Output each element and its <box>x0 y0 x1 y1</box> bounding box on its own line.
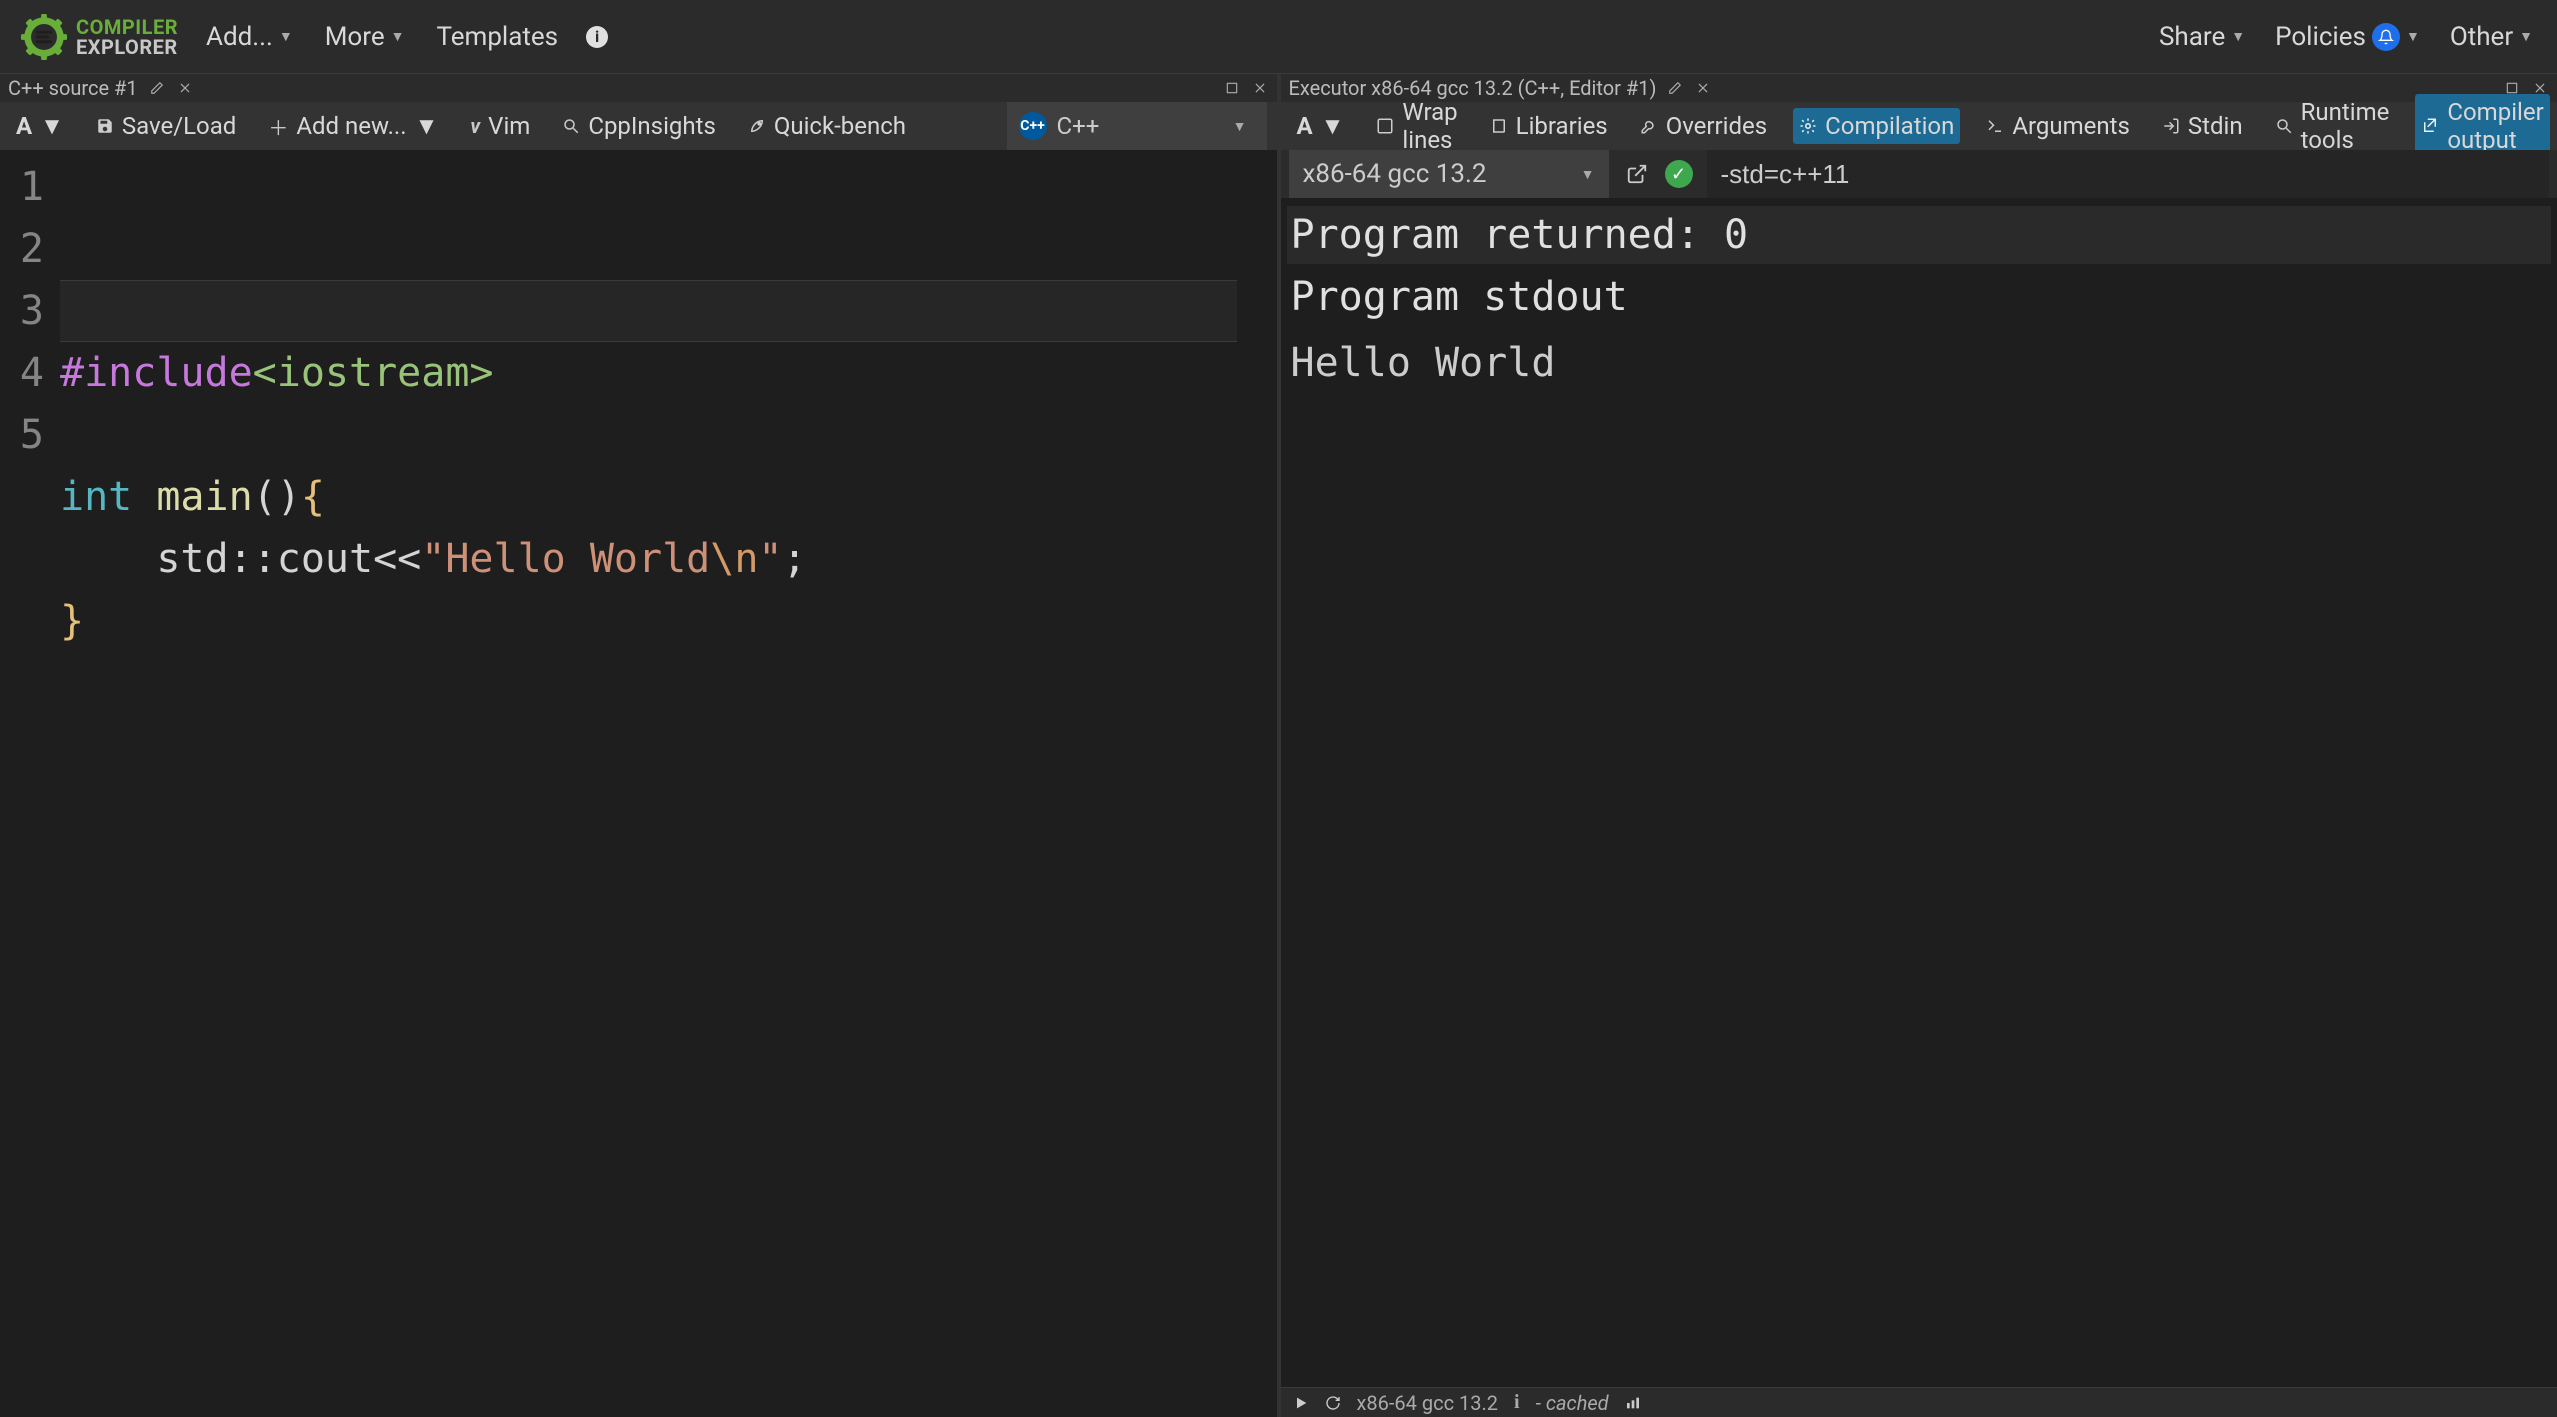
editor-tabbar: C++ source #1 <box>0 74 1277 102</box>
caret-icon: ▼ <box>391 28 405 45</box>
runtime-tools-button[interactable]: Runtime tools <box>2269 94 2396 158</box>
info-small-icon[interactable]: i <box>1514 1391 1520 1414</box>
status-bar: x86-64 gcc 13.2 i - cached <box>1281 1387 2557 1417</box>
status-ok-icon: ✓ <box>1665 160 1693 188</box>
close-icon[interactable] <box>176 79 194 97</box>
add-new-button[interactable]: ＋ Add new...▼ <box>262 108 444 145</box>
output-stdout-heading: Program stdout <box>1287 268 2552 326</box>
quick-bench-button[interactable]: Quick-bench <box>742 108 912 144</box>
compiler-bar: x86-64 gcc 13.2 ▼ ✓ <box>1281 150 2557 198</box>
stdin-button[interactable]: Stdin <box>2156 108 2249 144</box>
rocket-icon <box>748 117 766 135</box>
logo-text: COMPILER EXPLORER <box>76 17 178 57</box>
cppinsights-button[interactable]: CppInsights <box>556 108 722 144</box>
editor-pane: C++ source #1 A▼ Save/Lo <box>0 74 1281 1417</box>
status-compiler-label: x86-64 gcc 13.2 <box>1357 1391 1499 1415</box>
nav-add[interactable]: Add...▼ <box>202 16 297 58</box>
caret-icon: ▼ <box>2519 28 2533 45</box>
compiler-select[interactable]: x86-64 gcc 13.2 ▼ <box>1289 150 1609 198</box>
bell-icon <box>2372 23 2400 51</box>
magnifier-icon <box>2275 117 2293 135</box>
stats-icon[interactable] <box>1625 1395 1641 1411</box>
caret-icon: ▼ <box>1581 166 1595 183</box>
caret-icon: ▼ <box>415 112 439 141</box>
info-icon[interactable]: i <box>586 26 608 48</box>
logo-icon <box>20 13 68 61</box>
wrap-lines-toggle[interactable]: Wrap lines <box>1370 94 1463 158</box>
logo[interactable]: COMPILER EXPLORER <box>20 13 178 61</box>
code-content[interactable]: #include<iostream> int main(){ std::cout… <box>60 150 1277 1417</box>
caret-icon: ▼ <box>1233 118 1247 135</box>
arguments-button[interactable]: Arguments <box>1980 108 2136 144</box>
output-stdout-content: Hello World <box>1287 334 2552 392</box>
gears-icon <box>1799 117 1817 135</box>
close-icon[interactable] <box>1694 79 1712 97</box>
book-icon <box>1490 117 1508 135</box>
font-size-button[interactable]: A▼ <box>10 108 70 145</box>
editor-toolbar: A▼ Save/Load ＋ Add new...▼ v Vim CppIn <box>0 102 1277 150</box>
caret-icon: ▼ <box>40 112 64 141</box>
cpp-icon: C++ <box>1019 112 1047 140</box>
magnifier-icon <box>562 117 580 135</box>
caret-icon: ▼ <box>279 28 293 45</box>
executor-tab-title[interactable]: Executor x86-64 gcc 13.2 (C++, Editor #1… <box>1289 76 1657 100</box>
compilation-toggle[interactable]: Compilation <box>1793 108 1960 144</box>
nav-other[interactable]: Other▼ <box>2446 16 2537 58</box>
nav-templates[interactable]: Templates <box>432 16 562 58</box>
checkbox-icon <box>1376 117 1394 135</box>
output-return-line: Program returned: 0 <box>1287 206 2552 264</box>
login-icon <box>2162 117 2180 135</box>
editor-tab-title[interactable]: C++ source #1 <box>8 76 138 100</box>
code-editor[interactable]: 12345 #include<iostream> int main(){ std… <box>0 150 1277 1417</box>
top-nav: COMPILER EXPLORER Add...▼ More▼ Template… <box>0 0 2557 74</box>
terminal-icon <box>1986 117 2004 135</box>
overrides-button[interactable]: Overrides <box>1634 108 1773 144</box>
save-icon <box>96 117 114 135</box>
reload-button[interactable] <box>1325 1395 1341 1411</box>
pane-close-icon[interactable] <box>1251 79 1269 97</box>
output-area[interactable]: Program returned: 0 Program stdout Hello… <box>1281 198 2557 1387</box>
executor-toolbar: A▼ Wrap lines Libraries Overrides <box>1281 102 2557 150</box>
libraries-button[interactable]: Libraries <box>1484 108 1614 144</box>
pencil-icon[interactable] <box>148 79 166 97</box>
pencil-icon[interactable] <box>1666 79 1684 97</box>
status-cached-label: - cached <box>1536 1391 1609 1415</box>
font-size-button[interactable]: A▼ <box>1291 108 1351 145</box>
run-button[interactable] <box>1293 1395 1309 1411</box>
maximize-icon[interactable] <box>1223 79 1241 97</box>
export-icon <box>2421 117 2439 135</box>
compiler-options-input[interactable] <box>1707 150 2550 198</box>
caret-icon: ▼ <box>2406 28 2420 45</box>
nav-share[interactable]: Share▼ <box>2155 16 2249 58</box>
vim-icon: v <box>470 114 480 138</box>
executor-pane: Executor x86-64 gcc 13.2 (C++, Editor #1… <box>1281 74 2557 1417</box>
save-load-button[interactable]: Save/Load <box>90 108 242 144</box>
active-line-highlight <box>60 280 1237 342</box>
caret-icon: ▼ <box>2231 28 2245 45</box>
language-select[interactable]: C++ C++ ▼ <box>1007 102 1267 150</box>
vim-button[interactable]: v Vim <box>464 108 536 144</box>
caret-icon: ▼ <box>1321 112 1345 141</box>
nav-more[interactable]: More▼ <box>321 16 409 58</box>
popout-icon[interactable] <box>1623 160 1651 188</box>
wrench-icon <box>1640 117 1658 135</box>
line-gutter: 12345 <box>0 150 60 1417</box>
main-split: C++ source #1 A▼ Save/Lo <box>0 74 2557 1417</box>
compiler-output-toggle[interactable]: Compiler output <box>2415 94 2549 158</box>
nav-policies[interactable]: Policies ▼ <box>2271 16 2424 58</box>
plus-icon: ＋ <box>268 112 288 141</box>
